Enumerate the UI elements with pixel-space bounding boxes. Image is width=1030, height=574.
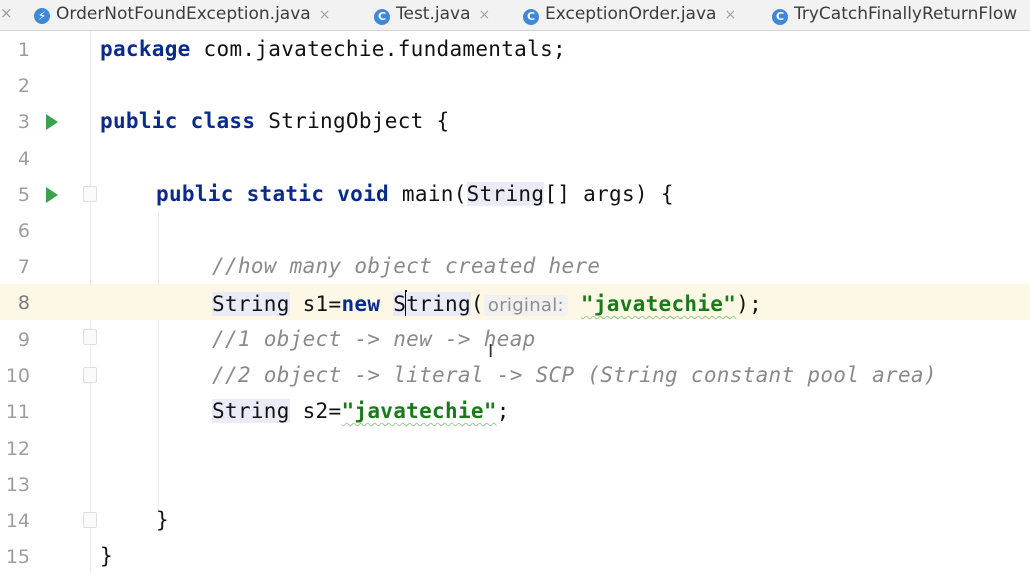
code-line[interactable]: 9 //1 object -> new -> heap: [0, 321, 1030, 357]
line-number: 1: [17, 39, 30, 61]
code-text: }: [156, 508, 169, 532]
code-line[interactable]: 13: [0, 466, 1030, 502]
code-line[interactable]: 3 public class StringObject {: [0, 103, 1030, 139]
code-comment: //2 object -> literal -> SCP (String con…: [212, 363, 937, 387]
line-number: 10: [5, 365, 30, 387]
code-editor[interactable]: 1 package com.javatechie.fundamentals; 2…: [0, 31, 1030, 573]
tab-label: ExceptionOrder.java: [545, 4, 717, 24]
code-line[interactable]: 7 //how many object created here: [0, 248, 1030, 284]
code-line[interactable]: 4: [0, 140, 1030, 176]
tab-test[interactable]: C Test.java ×: [374, 0, 490, 30]
run-icon[interactable]: [46, 114, 58, 130]
fold-icon[interactable]: [83, 367, 97, 383]
tab-close-icon[interactable]: ×: [724, 7, 736, 23]
code-line[interactable]: 1 package com.javatechie.fundamentals;: [0, 31, 1030, 67]
fold-icon[interactable]: [83, 329, 97, 345]
code-line[interactable]: 12: [0, 430, 1030, 466]
text-cursor-icon: I: [488, 341, 494, 362]
fold-icon[interactable]: [83, 186, 97, 202]
code-line[interactable]: 6: [0, 212, 1030, 248]
code-line[interactable]: 11 String s2="javatechie";: [0, 393, 1030, 429]
line-number: 5: [17, 184, 30, 206]
tab-label: TryCatchFinallyReturnFlow: [794, 4, 1018, 24]
tab-trycatchfinallyreturnflow[interactable]: C TryCatchFinallyReturnFlow: [772, 0, 1017, 30]
line-number: 2: [17, 75, 30, 97]
code-text: }: [100, 544, 113, 568]
tab-close-icon[interactable]: ×: [319, 7, 331, 23]
tab-label: Test.java: [396, 4, 471, 24]
tab-label: OrderNotFoundException.java: [56, 4, 311, 24]
code-line[interactable]: 15 }: [0, 538, 1030, 574]
class-icon: C: [374, 9, 390, 25]
class-icon: C: [772, 9, 788, 25]
line-number: 15: [5, 546, 30, 568]
line-number: 8: [17, 292, 30, 314]
line-number: 12: [5, 438, 30, 460]
line-number: 6: [17, 220, 30, 242]
line-number: 11: [5, 401, 30, 423]
code-line[interactable]: 10 //2 object -> literal -> SCP (String …: [0, 357, 1030, 393]
exception-class-icon: ⚡: [34, 8, 50, 24]
code-text: public static void main(String[] args) {: [156, 182, 674, 206]
tab-close-icon[interactable]: ×: [479, 7, 491, 23]
editor-tab-bar: × ⚡ OrderNotFoundException.java × C Test.ja…: [0, 0, 1030, 31]
code-line[interactable]: 5 public static void main(String[] args)…: [0, 176, 1030, 212]
class-icon: C: [523, 9, 539, 25]
code-text: String s1=new String(original: "javatech…: [212, 290, 763, 316]
code-line[interactable]: 14 }: [0, 502, 1030, 538]
tab-exceptionorder[interactable]: C ExceptionOrder.java ×: [523, 0, 736, 30]
parameter-hint: original:: [483, 295, 568, 316]
line-number: 9: [17, 329, 30, 351]
line-number: 14: [5, 510, 30, 532]
code-text: public class StringObject {: [100, 109, 450, 133]
line-number: 3: [17, 111, 30, 133]
fold-icon[interactable]: [83, 512, 97, 528]
code-text: String s2="javatechie";: [212, 399, 510, 423]
run-icon[interactable]: [46, 187, 58, 203]
line-number: 4: [17, 148, 30, 170]
line-number: 13: [5, 474, 30, 496]
close-icon[interactable]: ×: [0, 4, 13, 22]
code-text: package com.javatechie.fundamentals;: [100, 37, 566, 61]
tab-ordernotfoundexception[interactable]: ⚡ OrderNotFoundException.java ×: [34, 0, 330, 30]
code-comment: //how many object created here: [212, 254, 601, 278]
line-number: 7: [17, 256, 30, 278]
code-line[interactable]: 2: [0, 67, 1030, 103]
current-code-line[interactable]: 8 String s1=new String(original: "javate…: [0, 284, 1030, 320]
